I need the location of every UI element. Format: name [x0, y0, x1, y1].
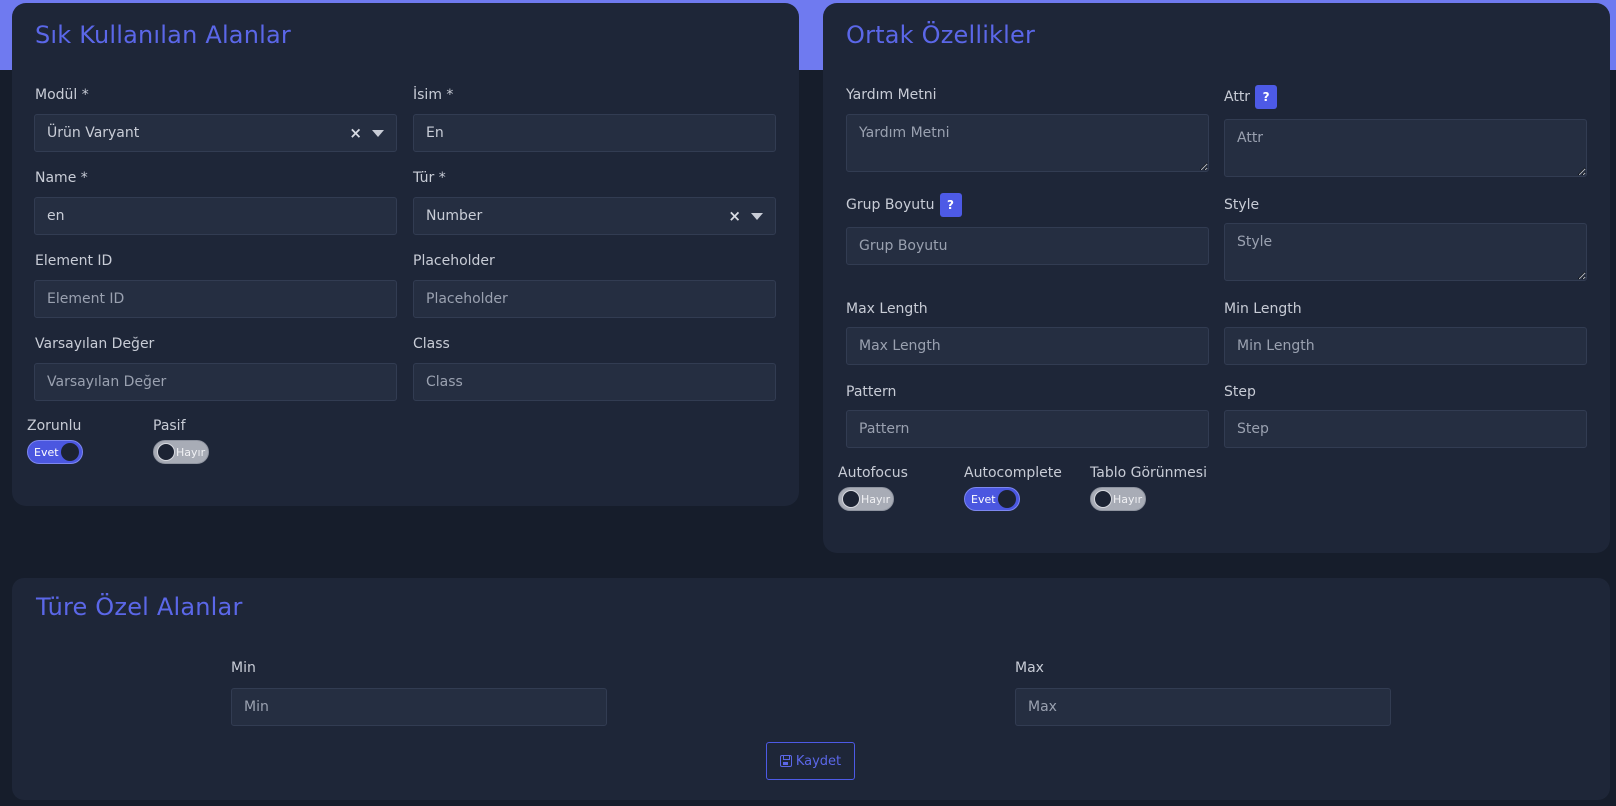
card-title: Sık Kullanılan Alanlar	[35, 21, 291, 49]
passive-toggle[interactable]: Hayır	[153, 440, 209, 464]
max-input[interactable]	[1015, 688, 1391, 726]
attr-input[interactable]	[1224, 119, 1587, 177]
toggle-text: Evet	[34, 445, 59, 459]
help-icon[interactable]: ?	[1255, 85, 1278, 109]
step-label: Step	[1224, 384, 1256, 400]
group-size-input[interactable]	[846, 227, 1209, 265]
group-size-label-row: Grup Boyutu ?	[846, 193, 962, 217]
group-size-label: Grup Boyutu	[846, 197, 935, 213]
min-length-label: Min Length	[1224, 301, 1302, 317]
tur-select[interactable]: Number ×	[413, 197, 776, 235]
save-button[interactable]: Kaydet	[766, 742, 855, 780]
pattern-input[interactable]	[846, 410, 1209, 448]
modul-value: Ürün Varyant	[47, 125, 140, 141]
max-label: Max	[1015, 660, 1044, 676]
autocomplete-label: Autocomplete	[964, 465, 1062, 481]
min-label: Min	[231, 660, 256, 676]
min-input[interactable]	[231, 688, 607, 726]
save-label: Kaydet	[795, 753, 842, 769]
class-input[interactable]	[413, 363, 776, 401]
element-id-input[interactable]	[34, 280, 397, 318]
autofocus-label: Autofocus	[838, 465, 908, 481]
clear-icon[interactable]: ×	[349, 125, 362, 141]
toggle-knob	[157, 443, 175, 461]
toggle-text: Hayır	[1113, 492, 1143, 506]
required-toggle[interactable]: Evet	[27, 440, 83, 464]
attr-label-row: Attr ?	[1224, 85, 1278, 109]
toggle-text: Evet	[971, 492, 996, 506]
passive-label: Pasif	[153, 418, 186, 434]
max-length-input[interactable]	[846, 327, 1209, 365]
clear-icon[interactable]: ×	[728, 208, 741, 224]
isim-input[interactable]	[413, 114, 776, 152]
chevron-down-icon[interactable]	[372, 129, 384, 137]
help-text-input[interactable]	[846, 114, 1209, 172]
max-length-label: Max Length	[846, 301, 928, 317]
autofocus-toggle[interactable]: Hayır	[838, 487, 894, 511]
class-label: Class	[413, 336, 450, 352]
help-icon[interactable]: ?	[939, 193, 962, 217]
style-label: Style	[1224, 197, 1260, 213]
toggle-knob	[842, 490, 860, 508]
toggle-knob	[61, 443, 79, 461]
toggle-knob	[1094, 490, 1112, 508]
style-input[interactable]	[1224, 223, 1587, 281]
toggle-knob	[998, 490, 1016, 508]
table-view-label: Tablo Görünmesi	[1090, 465, 1207, 481]
placeholder-label: Placeholder	[413, 253, 495, 269]
default-value-input[interactable]	[34, 363, 397, 401]
table-view-toggle[interactable]: Hayır	[1090, 487, 1146, 511]
tur-value: Number	[426, 208, 483, 224]
modul-label: Modül *	[35, 87, 89, 103]
card-title: Ortak Özellikler	[846, 21, 1036, 49]
placeholder-input[interactable]	[413, 280, 776, 318]
default-value-label: Varsayılan Değer	[35, 336, 155, 352]
toggle-text: Hayır	[861, 492, 891, 506]
tur-label: Tür *	[413, 170, 446, 186]
common-fields-card: Sık Kullanılan Alanlar Modül * Ürün Vary…	[12, 3, 799, 506]
min-length-input[interactable]	[1224, 327, 1587, 365]
isim-label: İsim *	[413, 87, 454, 103]
step-input[interactable]	[1224, 410, 1587, 448]
pattern-label: Pattern	[846, 384, 897, 400]
help-text-label: Yardım Metni	[846, 87, 937, 103]
save-icon	[779, 755, 792, 767]
chevron-down-icon[interactable]	[751, 212, 763, 220]
element-id-label: Element ID	[35, 253, 113, 269]
name-label: Name *	[35, 170, 88, 186]
modul-select[interactable]: Ürün Varyant ×	[34, 114, 397, 152]
name-input[interactable]	[34, 197, 397, 235]
required-label: Zorunlu	[27, 418, 82, 434]
toggle-text: Hayır	[176, 445, 206, 459]
autocomplete-toggle[interactable]: Evet	[964, 487, 1020, 511]
shared-props-card: Ortak Özellikler Yardım Metni Attr ? Gru…	[823, 3, 1610, 553]
attr-label: Attr	[1224, 89, 1251, 105]
card-title: Türe Özel Alanlar	[36, 593, 243, 621]
